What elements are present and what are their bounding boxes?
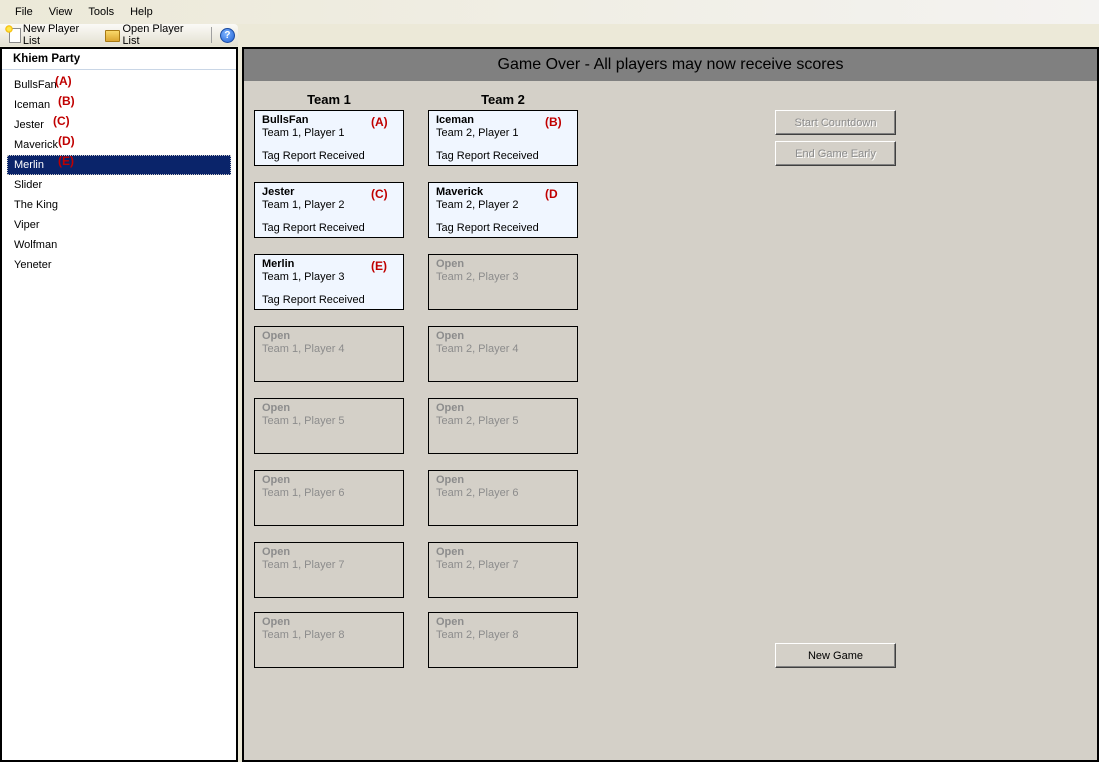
slot-position: Team 1, Player 5 <box>262 415 345 427</box>
slot-position: Team 1, Player 4 <box>262 343 345 355</box>
team-2-player-1-slot[interactable]: Iceman Team 2, Player 1 Tag Report Receive… <box>428 110 578 166</box>
team-2-player-7-slot[interactable]: Open Team 2, Player 7 <box>428 542 578 598</box>
game-panel: Game Over - All players may now receive … <box>242 47 1099 762</box>
team-1-player-8-slot[interactable]: Open Team 1, Player 8 <box>254 612 404 668</box>
menu-help[interactable]: Help <box>123 6 160 18</box>
slot-player-name: Open <box>262 474 291 486</box>
new-player-list-label: New Player List <box>22 23 80 47</box>
slot-player-name: Open <box>262 546 291 558</box>
slot-player-name: Open <box>262 330 291 342</box>
annotation-label: (C) <box>53 114 70 128</box>
team-1-player-3-slot[interactable]: Merlin Team 1, Player 3 Tag Report Receive… <box>254 254 404 310</box>
new-game-button[interactable]: New Game <box>775 643 896 668</box>
team-2-player-8-slot[interactable]: Open Team 2, Player 8 <box>428 612 578 668</box>
slot-position: Team 2, Player 6 <box>436 487 519 499</box>
open-player-list-button[interactable]: Open Player List <box>102 23 206 47</box>
player-name: BullsFan <box>14 79 57 91</box>
new-file-icon <box>5 24 21 43</box>
annotation-label: (E) <box>371 259 387 273</box>
player-list-item[interactable]: Yeneter <box>7 255 231 275</box>
player-name: Slider <box>14 179 43 191</box>
slot-player-name: Open <box>436 402 465 414</box>
team-2-player-3-slot[interactable]: Open Team 2, Player 3 <box>428 254 578 310</box>
slot-player-name: Open <box>262 402 291 414</box>
slot-status: Tag Report Received <box>262 222 365 234</box>
annotation-label: (D) <box>58 134 75 148</box>
player-name: Viper <box>14 219 40 231</box>
menu-tools[interactable]: Tools <box>81 6 121 18</box>
slot-position: Team 2, Player 4 <box>436 343 519 355</box>
slot-position: Team 1, Player 8 <box>262 629 345 641</box>
team-2-player-4-slot[interactable]: Open Team 2, Player 4 <box>428 326 578 382</box>
team-2-header: Team 2 <box>481 92 525 107</box>
new-player-list-button[interactable]: New Player List <box>4 23 102 47</box>
team-2-player-6-slot[interactable]: Open Team 2, Player 6 <box>428 470 578 526</box>
folder-open-icon <box>104 30 121 42</box>
slot-status: Tag Report Received <box>262 294 365 306</box>
end-game-early-button[interactable]: End Game Early <box>775 141 896 166</box>
slot-position: Team 1, Player 6 <box>262 487 345 499</box>
menu-view[interactable]: View <box>42 6 80 18</box>
slot-player-name: Open <box>436 258 465 270</box>
party-name: Khiem Party <box>2 49 236 70</box>
slot-status: Tag Report Received <box>262 150 365 162</box>
player-name: Iceman <box>14 99 51 111</box>
slot-position: Team 2, Player 3 <box>436 271 519 283</box>
slot-position: Team 2, Player 8 <box>436 629 519 641</box>
slot-position: Team 2, Player 7 <box>436 559 519 571</box>
team-1-player-1-slot[interactable]: BullsFan Team 1, Player 1 Tag Report Recei… <box>254 110 404 166</box>
menu-bar: File View Tools Help <box>0 0 1099 24</box>
annotation-label: (B) <box>545 115 562 129</box>
annotation-label: (A) <box>55 74 72 88</box>
annotation-label: (A) <box>371 115 388 129</box>
player-list[interactable]: BullsFan (A) Iceman (B) Jester (C) Maverick (D)… <box>2 70 236 275</box>
slot-status: Tag Report Received <box>436 222 539 234</box>
annotation-label: (D <box>545 187 558 201</box>
player-name: Merlin <box>14 159 44 171</box>
player-list-item[interactable]: Wolfman <box>7 235 231 255</box>
slot-position: Team 2, Player 5 <box>436 415 519 427</box>
team-2-player-2-slot[interactable]: Maverick Team 2, Player 2 Tag Report Recei… <box>428 182 578 238</box>
menu-file[interactable]: File <box>8 6 40 18</box>
slot-player-name: Open <box>436 330 465 342</box>
player-name: Maverick <box>14 139 59 151</box>
slot-player-name: Open <box>262 616 291 628</box>
player-list-item[interactable]: Maverick (D) <box>7 134 231 155</box>
player-name: Yeneter <box>14 259 52 271</box>
annotation-label: (E) <box>58 154 74 168</box>
team-2-player-5-slot[interactable]: Open Team 2, Player 5 <box>428 398 578 454</box>
annotation-label: (C) <box>371 187 388 201</box>
player-list-panel: Khiem Party BullsFan (A) Iceman (B) Jester (C… <box>0 47 238 762</box>
player-list-item[interactable]: Jester (C) <box>7 114 231 135</box>
team-1-player-4-slot[interactable]: Open Team 1, Player 4 <box>254 326 404 382</box>
player-name: The King <box>14 199 59 211</box>
toolbar-separator <box>211 27 212 43</box>
annotation-label: (B) <box>58 94 75 108</box>
start-countdown-button[interactable]: Start Countdown <box>775 110 896 135</box>
player-list-item[interactable]: BullsFan (A) <box>7 74 231 95</box>
player-list-item[interactable]: The King <box>7 195 231 215</box>
player-list-item[interactable]: Merlin (E) <box>7 154 231 175</box>
player-name: Jester <box>14 119 44 131</box>
slot-position: Team 1, Player 7 <box>262 559 345 571</box>
team-1-player-5-slot[interactable]: Open Team 1, Player 5 <box>254 398 404 454</box>
toolbar: New Player List Open Player List ? <box>0 23 238 47</box>
player-name: Wolfman <box>14 239 58 251</box>
team-1-player-7-slot[interactable]: Open Team 1, Player 7 <box>254 542 404 598</box>
game-status-banner: Game Over - All players may now receive … <box>244 49 1097 81</box>
open-player-list-label: Open Player List <box>122 23 184 47</box>
team-1-header: Team 1 <box>307 92 351 107</box>
player-list-item[interactable]: Viper <box>7 215 231 235</box>
team-1-player-2-slot[interactable]: Jester Team 1, Player 2 Tag Report Receive… <box>254 182 404 238</box>
slot-player-name: Open <box>436 474 465 486</box>
team-1-player-6-slot[interactable]: Open Team 1, Player 6 <box>254 470 404 526</box>
help-icon: ? <box>219 27 235 43</box>
player-list-item[interactable]: Slider <box>7 175 231 195</box>
help-button[interactable]: ? <box>217 27 238 43</box>
player-list-item[interactable]: Iceman (B) <box>7 94 231 115</box>
slot-player-name: Open <box>436 546 465 558</box>
slot-player-name: Open <box>436 616 465 628</box>
slot-status: Tag Report Received <box>436 150 539 162</box>
